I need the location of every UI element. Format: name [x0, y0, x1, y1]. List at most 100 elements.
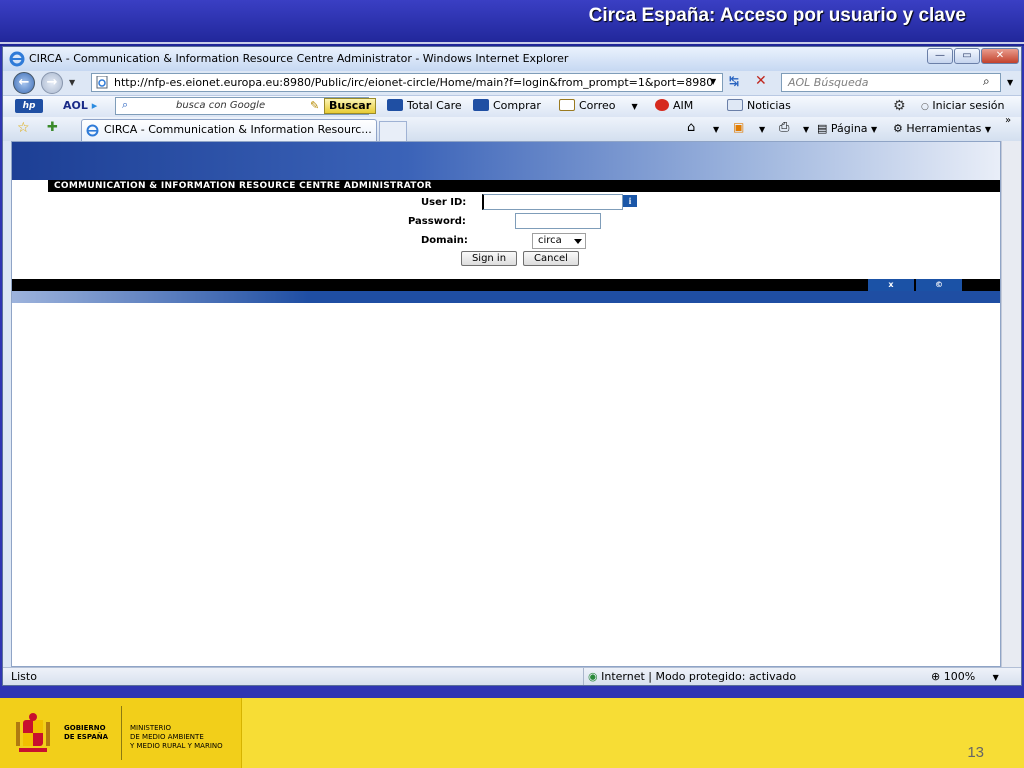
iniciar-sesion-link[interactable]: ○ Iniciar sesión [921, 99, 1004, 112]
correo-link[interactable]: Correo ▼ [559, 99, 638, 112]
magnifier-icon: ⌕ [122, 98, 129, 111]
app-footer-bar: x © [12, 279, 1000, 291]
tools-gear-icon: ⚙ [893, 122, 903, 135]
password-label: Password: [408, 216, 466, 227]
mail-icon [559, 99, 575, 111]
app-title: COMMUNICATION & INFORMATION RESOURCE CEN… [54, 181, 432, 191]
chevron-down-icon [574, 239, 582, 244]
domain-select[interactable]: circa [532, 233, 586, 249]
domain-value: circa [538, 235, 562, 246]
pencil-icon: ✎ [310, 99, 320, 112]
address-dropdown-icon[interactable]: ▼ [710, 77, 716, 86]
government-logo-box: GOBIERNO DE ESPAÑA MINISTERIO DE MEDIO A… [0, 698, 242, 768]
buscar-button[interactable]: Buscar [324, 98, 377, 114]
domain-label: Domain: [421, 235, 468, 246]
chevron-more-icon[interactable]: » [1005, 115, 1011, 126]
browser-window: CIRCA - Communication & Information Reso… [2, 46, 1022, 686]
logo-divider [121, 706, 122, 760]
aol-link[interactable]: AOL ▸ [63, 99, 97, 112]
minimize-button[interactable]: — [927, 48, 953, 64]
gov-line-2: DE ESPAÑA [64, 733, 109, 741]
aim-label: AIM [673, 99, 694, 112]
comprar-link[interactable]: Comprar [473, 99, 541, 112]
app-footer-gradient [12, 291, 1000, 303]
app-title-bar: COMMUNICATION & INFORMATION RESOURCE CEN… [48, 180, 1000, 192]
globe-icon: ◉ [588, 670, 598, 683]
tab-title: CIRCA - Communication & Information Reso… [104, 123, 372, 136]
user-id-label: User ID: [421, 197, 467, 208]
herramientas-dropdown-icon: ▼ [984, 125, 991, 134]
history-dropdown-icon[interactable]: ▼ [69, 78, 75, 87]
circa-banner [12, 142, 1000, 180]
user-id-input[interactable] [482, 194, 623, 210]
about-button[interactable]: © [916, 279, 962, 291]
herramientas-label: Herramientas [906, 122, 982, 135]
info-icon[interactable]: i [623, 195, 637, 207]
search-dropdown-icon[interactable]: ▼ [1007, 78, 1013, 87]
slide-footer: GOBIERNO DE ESPAÑA MINISTERIO DE MEDIO A… [0, 698, 1024, 768]
news-icon [727, 99, 743, 111]
iniciar-sesion-label: Iniciar sesión [932, 99, 1005, 112]
add-favorites-icon[interactable]: ✚ [47, 120, 58, 135]
status-bar: Listo ◉ Internet | Modo protegido: activ… [3, 667, 1021, 685]
google-placeholder: busca con Google [176, 100, 266, 111]
google-search-input[interactable]: ⌕ busca con Google ✎ Buscar [115, 97, 377, 115]
feeds-icon[interactable]: ▣ [733, 120, 744, 134]
aim-link[interactable]: AIM [655, 99, 693, 112]
links-toolbar: hp AOL ▸ ⌕ busca con Google ✎ Buscar Tot… [3, 95, 1021, 117]
stop-icon[interactable]: ✕ [755, 73, 767, 89]
gear-icon[interactable]: ⚙ [893, 98, 906, 114]
address-text: http://nfp-es.eionet.europa.eu:8980/Publ… [114, 76, 714, 89]
address-bar[interactable]: http://nfp-es.eionet.europa.eu:8980/Publ… [91, 73, 723, 92]
noticias-label: Noticias [747, 99, 791, 112]
print-dropdown-icon[interactable]: ▼ [803, 125, 809, 134]
search-input[interactable]: AOL Búsqueda [781, 73, 1001, 92]
header-divider [0, 42, 1024, 44]
coat-of-arms-icon [16, 713, 50, 752]
forward-button[interactable]: → [41, 72, 63, 94]
feeds-dropdown-icon[interactable]: ▼ [759, 125, 765, 134]
gov-line-1: GOBIERNO [64, 724, 106, 732]
zoom-level: 100% [943, 670, 976, 683]
password-input[interactable] [515, 213, 601, 229]
tab-circa[interactable]: CIRCA - Communication & Information Reso… [81, 119, 377, 141]
comprar-label: Comprar [493, 99, 541, 112]
aim-icon [655, 99, 669, 111]
refresh-icon[interactable]: ↹ [729, 74, 739, 88]
favorites-star-icon[interactable]: ☆ [17, 120, 30, 136]
hp-logo-icon[interactable]: hp [15, 99, 43, 113]
back-button[interactable]: ← [13, 72, 35, 94]
pagina-label: Página [830, 122, 868, 135]
slide: Circa España: Acceso por usuario y clave… [0, 0, 1024, 768]
herramientas-menu[interactable]: ⚙ Herramientas ▼ [893, 122, 991, 135]
window-title: CIRCA - Communication & Information Reso… [29, 52, 569, 65]
sign-in-button[interactable]: Sign in [461, 251, 517, 266]
cancel-button[interactable]: Cancel [523, 251, 579, 266]
total-care-link[interactable]: Total Care [387, 99, 462, 112]
maximize-button[interactable]: ▭ [954, 48, 980, 64]
status-text: Listo [11, 670, 37, 683]
zoom-control[interactable]: ⊕ 100% ▼ [931, 670, 999, 683]
home-dropdown-icon[interactable]: ▼ [713, 125, 719, 134]
page-number: 13 [967, 744, 984, 761]
aol-label: AOL [63, 99, 88, 112]
noticias-link[interactable]: Noticias [727, 99, 791, 112]
aol-arrow-icon: ▸ [91, 99, 98, 112]
tab-row: ☆ ✚ CIRCA - Communication & Information … [3, 115, 1021, 141]
close-window-button[interactable]: ✕ [981, 48, 1019, 64]
close-x-button[interactable]: x [868, 279, 914, 291]
search-icon[interactable]: ⌕ [983, 74, 990, 89]
correo-dropdown-icon: ▼ [631, 102, 638, 111]
pagina-dropdown-icon: ▼ [871, 125, 878, 134]
home-icon[interactable]: ⌂ [687, 120, 695, 135]
vertical-scrollbar[interactable] [1001, 141, 1021, 667]
window-titlebar: CIRCA - Communication & Information Reso… [3, 47, 1021, 71]
hp-icon [387, 99, 403, 111]
zoom-icon: ⊕ [931, 670, 941, 683]
new-tab-button[interactable] [379, 121, 407, 141]
min-line-2: DE MEDIO AMBIENTE [130, 733, 204, 741]
pagina-menu[interactable]: ▤ Página ▼ [817, 122, 877, 135]
user-icon: ○ [921, 102, 929, 112]
print-icon[interactable]: ⎙ [779, 120, 789, 135]
security-zone-text: Internet | Modo protegido: activado [601, 670, 797, 683]
